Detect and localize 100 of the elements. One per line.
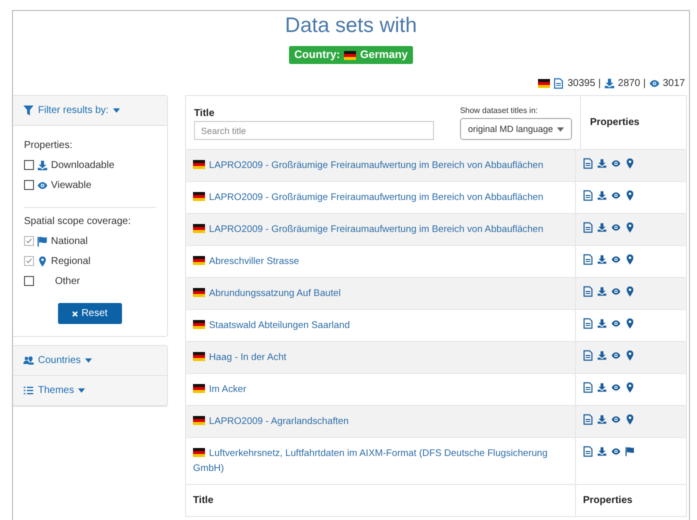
language-dropdown[interactable]: original MD language xyxy=(460,118,572,140)
people-map-icon xyxy=(23,355,34,366)
document-icon xyxy=(583,318,593,329)
eye-icon xyxy=(37,180,48,190)
checkbox[interactable] xyxy=(24,160,34,170)
option-label: Downloadable xyxy=(51,160,114,170)
document-icon xyxy=(583,350,593,361)
column-header: Title xyxy=(194,108,216,119)
close-icon xyxy=(72,310,78,316)
map-marker-icon xyxy=(625,222,635,233)
document-icon xyxy=(583,254,593,265)
map-marker-icon xyxy=(625,318,635,329)
list-icon xyxy=(23,385,34,396)
map-marker-icon xyxy=(625,254,635,265)
eye-icon xyxy=(611,158,621,169)
column-header: Properties xyxy=(583,495,632,506)
badge-label: Country: xyxy=(294,49,340,61)
menu-label: Themes xyxy=(38,385,74,396)
download-icon xyxy=(597,222,607,233)
german-flag-icon xyxy=(193,160,205,169)
page-heading: Data sets with xyxy=(284,13,418,39)
eye-icon xyxy=(648,78,660,89)
dataset-link[interactable]: Staatswald Abteilungen Saarland xyxy=(193,318,350,333)
map-marker-icon xyxy=(37,256,48,266)
option-label: Regional xyxy=(51,256,90,266)
country-name: Germany xyxy=(360,49,408,61)
dataset-link[interactable]: LAPRO2009 - Agrarlandschaften xyxy=(193,414,349,429)
checkbox[interactable] xyxy=(24,236,34,246)
checkbox[interactable] xyxy=(24,256,34,266)
dataset-count: 2870 xyxy=(618,78,640,89)
filter-group-label: Spatial scope coverage: xyxy=(24,216,132,227)
column-header: Title xyxy=(193,495,214,506)
download-icon xyxy=(597,414,607,425)
dataset-link[interactable]: Luftverkehrsnetz, Luftfahrtdaten im AIXM-Format (DFS Deutsche Flugsicherung GmbH) xyxy=(193,446,568,476)
dataset-link[interactable]: Haag - In der Acht xyxy=(193,350,286,365)
check-mark-icon xyxy=(25,257,33,265)
menu-item[interactable]: Themes xyxy=(13,376,167,406)
dataset-link[interactable]: Abreschviller Strasse xyxy=(193,254,300,269)
document-icon xyxy=(583,446,593,457)
download-icon xyxy=(597,190,607,201)
map-marker-icon xyxy=(625,350,635,361)
eye-icon xyxy=(611,286,621,297)
download-icon xyxy=(597,286,607,297)
eye-icon xyxy=(611,382,621,393)
search-field[interactable]: Search title xyxy=(194,121,434,140)
menu-item[interactable]: Countries xyxy=(13,346,167,376)
document-icon xyxy=(583,222,593,233)
dataset-count: 3017 xyxy=(662,78,685,89)
checkbox[interactable] xyxy=(24,276,34,286)
eye-icon xyxy=(611,222,621,233)
eye-icon xyxy=(611,318,621,329)
eye-icon xyxy=(611,254,621,265)
german-flag-icon xyxy=(193,320,205,329)
document-icon xyxy=(583,190,593,201)
german-flag-icon xyxy=(344,50,356,60)
checkbox[interactable] xyxy=(24,180,34,190)
caret-icon xyxy=(112,108,120,113)
download-icon xyxy=(597,158,607,169)
document-icon xyxy=(583,382,593,393)
german-flag-icon xyxy=(193,224,205,233)
download-icon xyxy=(597,446,607,457)
document-icon xyxy=(583,286,593,297)
german-flag-icon xyxy=(538,79,550,88)
download-icon xyxy=(597,382,607,393)
option-label: National xyxy=(51,236,88,246)
dataset-link[interactable]: Im Acker xyxy=(193,382,246,397)
filter-label: Filter results by: xyxy=(38,105,109,116)
eye-icon xyxy=(611,414,621,425)
dataset-link[interactable]: LAPRO2009 - Großräumige Freiraumaufwertung im Bereich von Abbauflächen xyxy=(193,190,544,205)
reset-button[interactable]: Reset xyxy=(58,303,122,324)
download-icon xyxy=(597,318,607,329)
filter-icon xyxy=(23,105,34,116)
option-label: Other xyxy=(55,276,80,286)
caret-icon xyxy=(78,388,86,393)
filter-toggle[interactable]: Filter results by: xyxy=(13,96,167,126)
language-label: Show dataset titles in: xyxy=(460,106,538,115)
check-mark-icon xyxy=(25,237,33,245)
dataset-count: 30395 xyxy=(567,78,596,89)
map-marker-icon xyxy=(625,190,635,201)
german-flag-icon xyxy=(193,448,205,457)
map-marker-icon xyxy=(625,414,635,425)
german-flag-icon xyxy=(193,192,205,201)
document-icon xyxy=(583,414,593,425)
dataset-link[interactable]: Abrundungssatzung Auf Bautel xyxy=(193,286,341,301)
flag-icon xyxy=(625,446,635,457)
map-marker-icon xyxy=(625,382,635,393)
document-icon xyxy=(553,78,564,89)
menu-label: Countries xyxy=(38,355,81,366)
caret-icon xyxy=(84,358,92,363)
download-icon xyxy=(597,350,607,361)
german-flag-icon xyxy=(193,384,205,393)
eye-icon xyxy=(611,190,621,201)
download-icon xyxy=(597,254,607,265)
flag-icon xyxy=(37,236,48,246)
map-marker-icon xyxy=(625,158,635,169)
caret-icon xyxy=(557,126,564,132)
eye-icon xyxy=(611,350,621,361)
german-flag-icon xyxy=(193,256,205,265)
german-flag-icon xyxy=(193,416,205,425)
map-marker-icon xyxy=(625,286,635,297)
